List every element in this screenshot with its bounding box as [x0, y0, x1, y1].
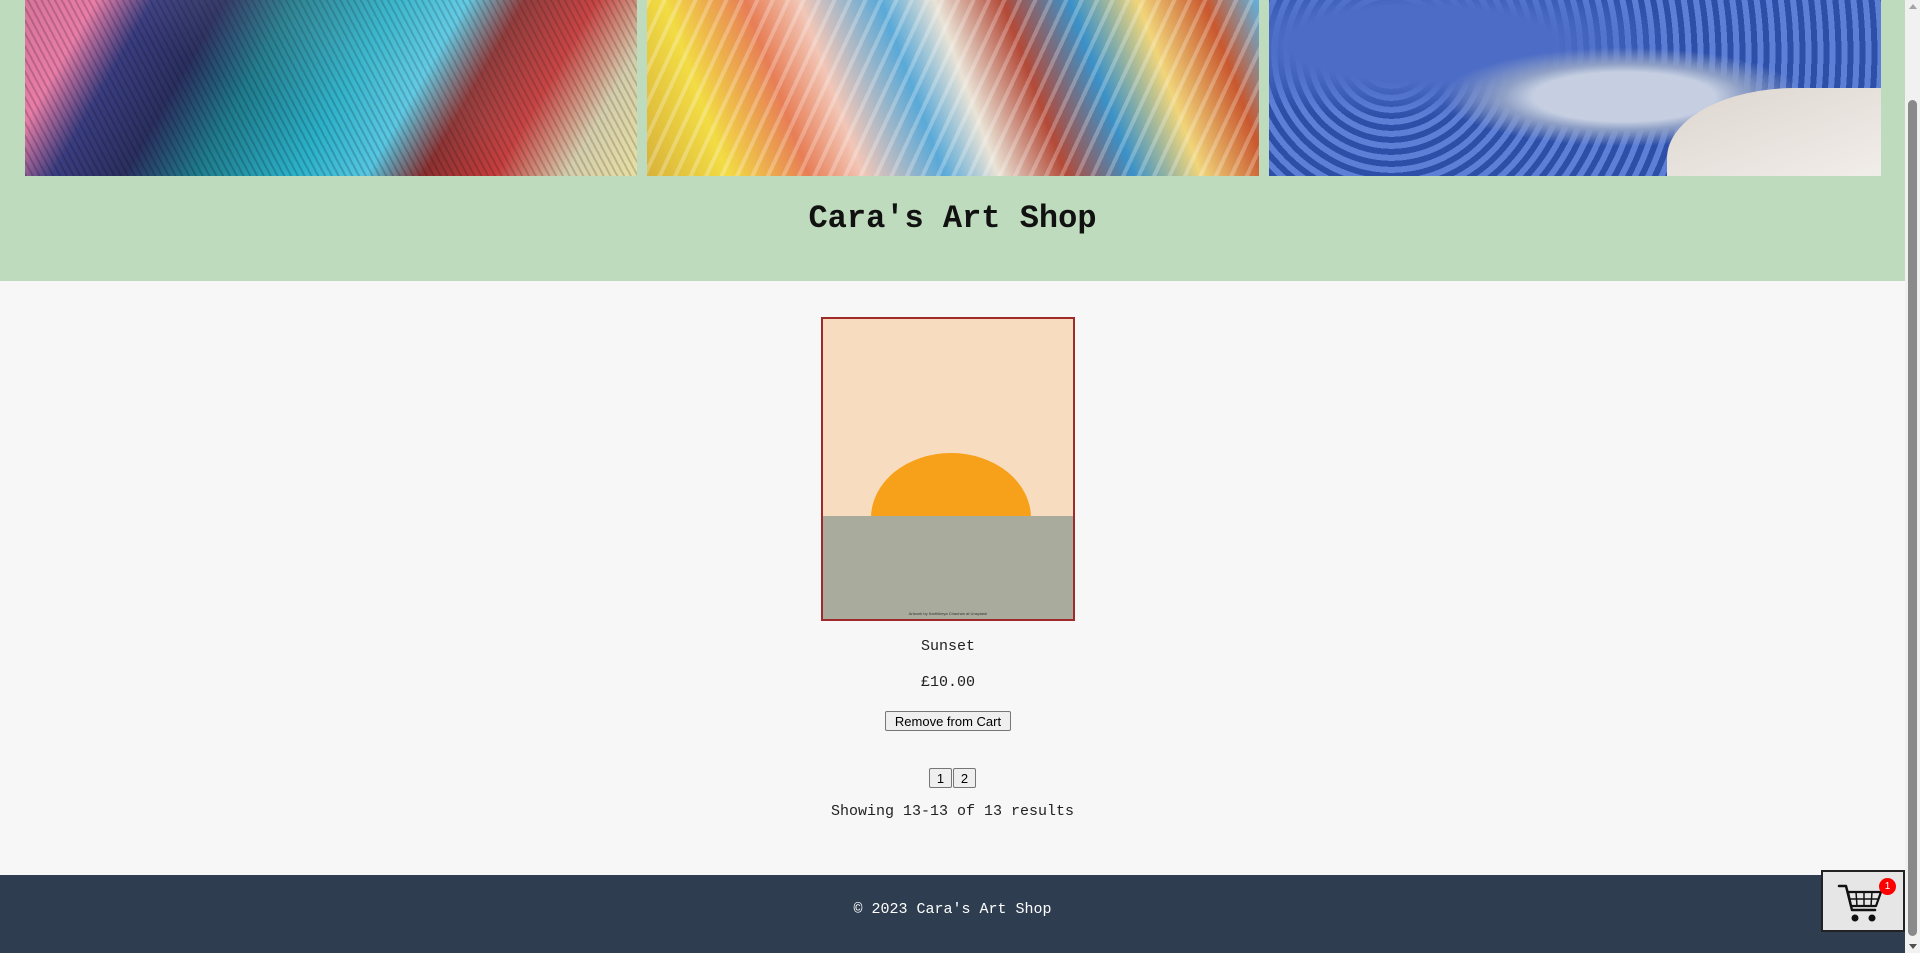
product-name: Sunset [920, 638, 975, 655]
page: Cara's Art Shop Artwork by Karthikeya Ch… [0, 0, 1905, 953]
shopping-cart-icon [1837, 884, 1883, 922]
scroll-up-arrow-icon[interactable] [1909, 4, 1917, 9]
abstract-painting-image [647, 0, 1259, 176]
footer-copyright: © 2023 Cara's Art Shop [853, 901, 1052, 918]
page-button-2[interactable]: 2 [953, 768, 976, 788]
scrollbar-thumb[interactable] [1908, 100, 1917, 936]
vertical-scrollbar[interactable] [1905, 0, 1920, 953]
cart-count-badge: 1 [1879, 878, 1896, 895]
site-header: Cara's Art Shop [0, 0, 1905, 281]
pagination: 1 2 [929, 768, 976, 788]
product-price: £10.00 [920, 674, 975, 691]
header-banner [25, 0, 1881, 176]
results-count: Showing 13-13 of 13 results [830, 803, 1075, 820]
cart-button[interactable]: 1 [1821, 870, 1905, 932]
site-footer: © 2023 Cara's Art Shop [0, 875, 1905, 953]
artwork-horizon [823, 516, 1073, 619]
paint-brushes-image [25, 0, 637, 176]
remove-from-cart-button[interactable]: Remove from Cart [885, 711, 1011, 731]
site-title: Cara's Art Shop [808, 200, 1097, 237]
pottery-image [1269, 0, 1881, 176]
page-button-1[interactable]: 1 [929, 768, 952, 788]
product-image-sunset[interactable]: Artwork by Karthikeya Chauhan at Unsplas… [821, 317, 1075, 621]
scroll-down-arrow-icon[interactable] [1909, 944, 1917, 949]
artwork-credit: Artwork by Karthikeya Chauhan at Unsplas… [908, 611, 988, 616]
